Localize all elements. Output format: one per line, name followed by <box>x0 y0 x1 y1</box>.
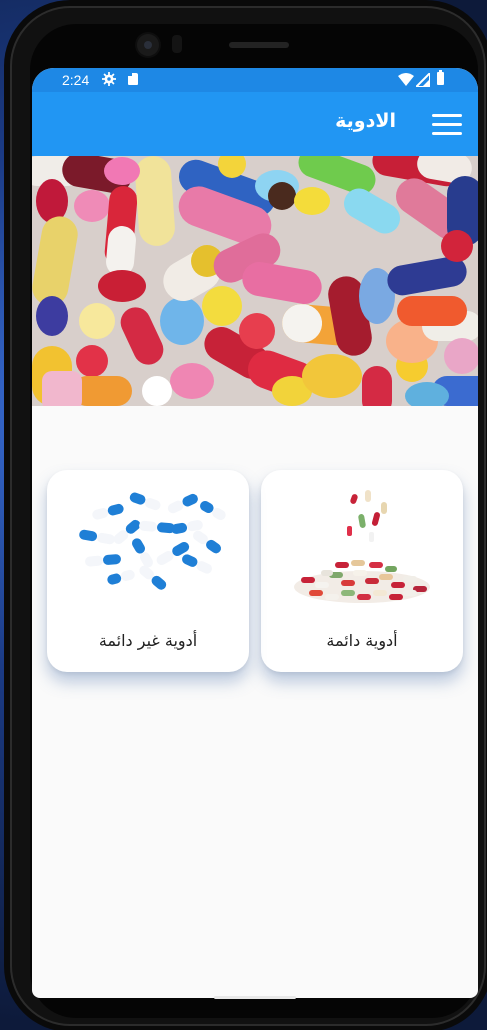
category-card-permanent[interactable]: أدوية دائمة <box>261 470 463 672</box>
category-card-non-permanent[interactable]: أدوية غير دائمة <box>47 470 249 672</box>
pills-banner-image <box>32 156 478 406</box>
category-label: أدوية دائمة <box>326 631 398 650</box>
app-bar: الادوية <box>32 92 478 156</box>
blue-white-capsules-icon <box>79 492 226 590</box>
page-title: الادوية <box>335 110 396 132</box>
earpiece-speaker <box>229 42 289 48</box>
status-bar: 2:24 <box>32 68 478 92</box>
pile-of-mixed-pills-icon <box>294 490 430 603</box>
sd-card-icon <box>128 73 138 85</box>
category-cards: أدوية دائمة أدوية غير دائمة <box>32 470 478 680</box>
hamburger-menu-icon[interactable] <box>432 112 464 136</box>
wifi-icon <box>398 73 414 86</box>
front-camera-icon <box>137 34 159 56</box>
gear-icon <box>102 72 116 86</box>
signal-icon <box>416 73 430 87</box>
battery-icon <box>437 70 444 85</box>
home-indicator[interactable] <box>214 996 296 999</box>
category-label: أدوية غير دائمة <box>98 631 198 650</box>
status-time: 2:24 <box>62 72 90 88</box>
app-screen: 2:24 الادوية أدوية دائمة أدوية غير دائمة <box>32 68 478 998</box>
proximity-sensor <box>172 35 182 53</box>
